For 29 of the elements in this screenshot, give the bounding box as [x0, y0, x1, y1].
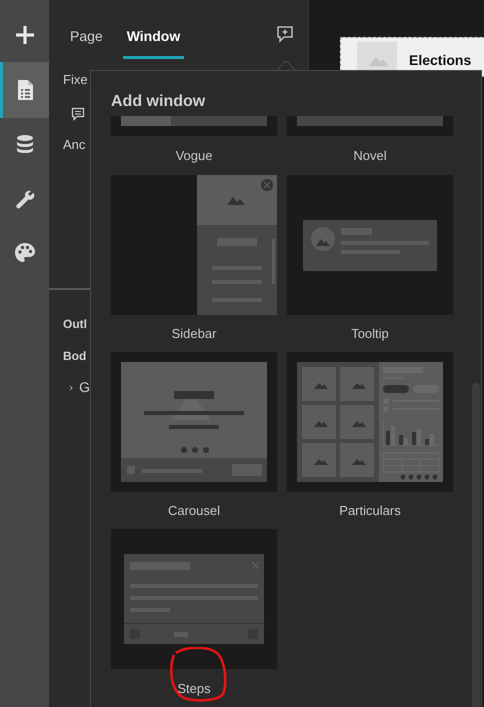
- palette-icon: [12, 241, 36, 265]
- chevron-icon[interactable]: [69, 382, 74, 392]
- card-title: Elections: [409, 51, 472, 70]
- template-label: Steps: [177, 680, 211, 698]
- steps-template-preview[interactable]: [111, 529, 277, 669]
- template-label: Tooltip: [351, 324, 389, 343]
- carousel-template-preview[interactable]: [111, 352, 277, 492]
- particulars-template-preview[interactable]: [287, 352, 453, 492]
- tooltip-template-preview[interactable]: [287, 175, 453, 315]
- panel-item[interactable]: Anc: [63, 134, 90, 154]
- tab[interactable]: Window: [122, 26, 184, 59]
- vogue-template-preview[interactable]: [111, 116, 277, 136]
- section-heading: Bod: [63, 348, 88, 365]
- popup-title: Add window: [111, 93, 206, 110]
- tree-item[interactable]: G: [79, 377, 90, 398]
- novel-template-preview[interactable]: [287, 116, 453, 136]
- template-label: Sidebar: [172, 324, 216, 343]
- tab[interactable]: Page: [70, 26, 103, 59]
- template-label: Carousel: [168, 502, 220, 520]
- sidebar-template-preview[interactable]: [111, 175, 277, 315]
- template-label: Vogue: [176, 146, 212, 165]
- comment-icon: [71, 106, 85, 120]
- add-comment-icon[interactable]: [276, 25, 294, 43]
- section-heading: Outl: [63, 316, 88, 333]
- image-placeholder-icon: [357, 42, 397, 70]
- scrollbar[interactable]: [472, 383, 480, 707]
- panel-item[interactable]: Fixe: [63, 70, 90, 90]
- template-label: Particulars: [339, 502, 401, 520]
- template-label: Novel: [353, 146, 387, 165]
